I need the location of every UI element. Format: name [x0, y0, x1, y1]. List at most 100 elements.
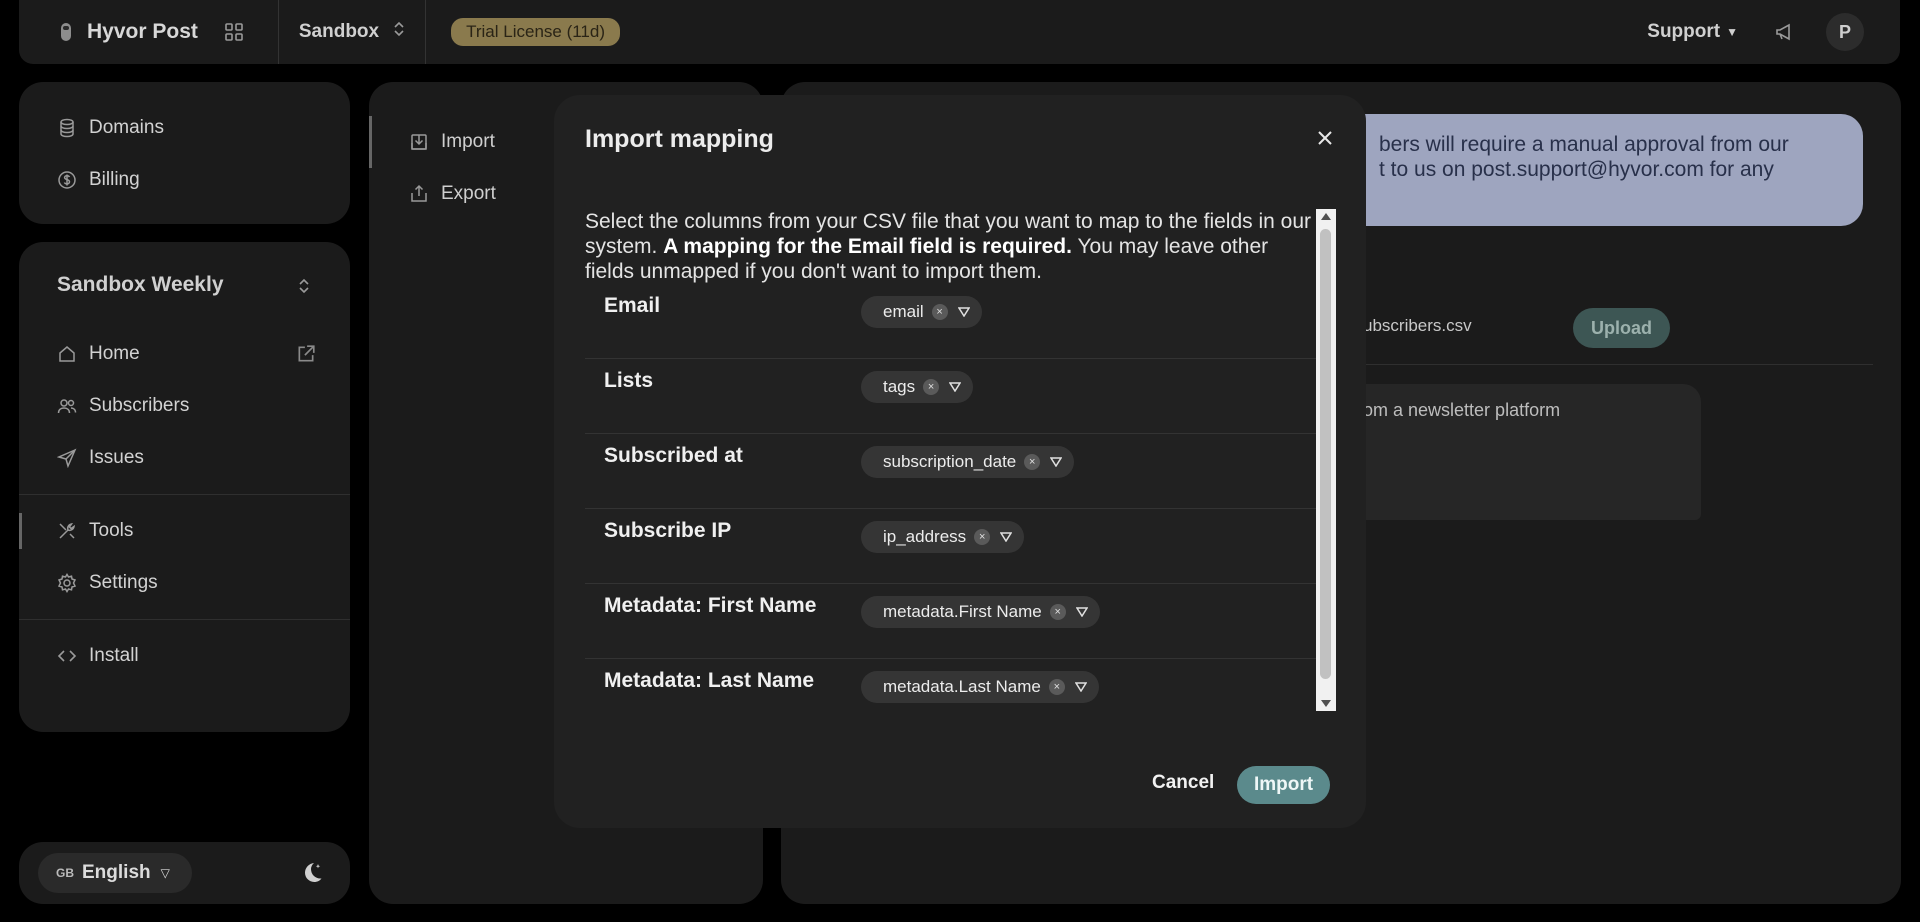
clear-icon[interactable]: ×: [1024, 454, 1041, 470]
brand-name: Hyvor Post: [87, 20, 198, 43]
org-name: Sandbox: [298, 21, 380, 42]
language-flag: GB: [56, 866, 74, 880]
selected-column: tags: [883, 377, 916, 396]
content-divider: [1329, 364, 1873, 365]
upload-button[interactable]: Upload: [1573, 308, 1670, 348]
import-button[interactable]: Import: [1237, 766, 1331, 804]
chevron-up-down-icon: [298, 276, 310, 300]
scroll-down-arrow-icon[interactable]: [1321, 700, 1331, 707]
dollar-circle-icon: [58, 171, 76, 189]
mapping-scrollbar[interactable]: [1316, 209, 1336, 711]
column-select[interactable]: metadata.First Name ×: [861, 596, 1100, 628]
dropdown-triangle-icon[interactable]: [1050, 457, 1063, 467]
send-icon: [57, 448, 77, 468]
selected-column: ip_address: [883, 527, 967, 546]
apps-grid-icon[interactable]: [224, 22, 244, 42]
chevron-up-down-icon: [393, 21, 405, 43]
sidebar-item-label: Install: [89, 645, 139, 666]
code-icon: [57, 650, 77, 662]
dropdown-triangle-icon[interactable]: [957, 307, 970, 317]
sidebar-item-install[interactable]: Install: [19, 630, 350, 682]
sidebar-item-label: Settings: [89, 572, 158, 593]
newsletter-switcher[interactable]: Sandbox Weekly: [19, 242, 350, 328]
mapping-row-subscribe-ip: Subscribe IP ip_address ×: [585, 509, 1335, 584]
trial-license-badge[interactable]: Trial License (11d): [451, 18, 620, 46]
database-icon: [60, 118, 74, 138]
users-icon: [57, 399, 77, 414]
clear-icon[interactable]: ×: [974, 529, 991, 545]
scrollbar-thumb[interactable]: [1320, 229, 1331, 679]
sidebar-account-card: Domains Billing: [19, 82, 350, 224]
dropdown-triangle-icon[interactable]: [949, 382, 962, 392]
scroll-up-arrow-icon[interactable]: [1321, 213, 1331, 220]
caret-down-icon: ▽: [160, 866, 170, 880]
column-select[interactable]: tags ×: [861, 371, 974, 403]
topbar-divider: [425, 0, 427, 64]
newsletter-name: Sandbox Weekly: [57, 273, 224, 296]
source-textarea[interactable]: om a newsletter platform: [1329, 384, 1701, 520]
field-label: Lists: [604, 369, 654, 392]
clear-icon[interactable]: ×: [923, 379, 940, 395]
home-icon: [59, 346, 75, 362]
sidebar-item-label: Subscribers: [89, 395, 190, 416]
mapping-row-email: Email email ×: [585, 284, 1335, 359]
user-avatar[interactable]: P: [1826, 13, 1864, 51]
clear-icon[interactable]: ×: [1048, 679, 1065, 695]
selected-column: metadata.Last Name: [883, 677, 1041, 696]
clear-icon[interactable]: ×: [931, 304, 948, 320]
external-link-icon[interactable]: [296, 344, 315, 362]
sidebar-item-billing[interactable]: Billing: [19, 154, 350, 206]
selected-column: email: [883, 302, 924, 321]
field-label: Subscribed at: [604, 444, 743, 467]
mapping-row-subscribed-at: Subscribed at subscription_date ×: [585, 434, 1335, 509]
export-icon: [411, 184, 427, 202]
dropdown-triangle-icon[interactable]: [1075, 607, 1088, 617]
brand[interactable]: Hyvor Post: [19, 0, 244, 64]
megaphone-icon[interactable]: [1774, 21, 1796, 43]
sidebar-item-label: Issues: [89, 447, 144, 468]
selected-file-name: ubscribers.csv: [1363, 316, 1472, 335]
sidebar-item-domains[interactable]: Domains: [19, 102, 350, 154]
sidebar-item-label: Home: [89, 343, 140, 364]
field-label: Email: [604, 294, 661, 317]
field-label: Metadata: Last Name: [604, 669, 815, 692]
modal-title: Import mapping: [585, 125, 774, 153]
close-icon[interactable]: [1314, 127, 1336, 149]
moon-icon[interactable]: [300, 860, 324, 884]
top-bar: Hyvor Post Sandbox Trial License (11d) S…: [19, 0, 1900, 64]
hyvor-post-logo-icon: [59, 22, 73, 42]
support-label: Support: [1647, 21, 1721, 42]
column-select[interactable]: metadata.Last Name ×: [861, 671, 1099, 703]
mapping-row-metadata-last-name: Metadata: Last Name metadata.Last Name ×: [585, 659, 1335, 709]
sidebar-item-home[interactable]: Home: [19, 328, 350, 380]
org-switcher[interactable]: Sandbox: [279, 0, 425, 64]
column-select[interactable]: ip_address ×: [861, 521, 1025, 553]
column-select[interactable]: email ×: [861, 296, 982, 328]
gear-icon: [57, 573, 77, 593]
sidebar-item-issues[interactable]: Issues: [19, 432, 350, 484]
notice-line: bers will require a manual approval from…: [1379, 133, 1789, 156]
mapping-row-lists: Lists tags ×: [585, 359, 1335, 434]
field-label: Metadata: First Name: [604, 594, 817, 617]
dropdown-triangle-icon[interactable]: [1000, 532, 1013, 542]
cancel-button[interactable]: Cancel: [1152, 772, 1214, 794]
sidebar-item-settings[interactable]: Settings: [19, 557, 350, 609]
import-mapping-modal: Import mapping Select the columns from y…: [554, 95, 1366, 828]
language-selector[interactable]: GB English ▽: [38, 853, 192, 893]
mapping-scroll-area[interactable]: Select the columns from your CSV file th…: [585, 209, 1335, 709]
sidebar-footer-card: GB English ▽: [19, 842, 350, 904]
sidebar-newsletter-card: Sandbox Weekly Home Subscribers Issues T…: [19, 242, 350, 732]
column-select[interactable]: subscription_date ×: [861, 446, 1075, 478]
tools-icon: [59, 522, 76, 539]
sidebar-item-subscribers[interactable]: Subscribers: [19, 380, 350, 432]
notice-line: t to us on post.support@hyvor.com for an…: [1379, 158, 1774, 181]
dropdown-triangle-icon[interactable]: [1074, 682, 1087, 692]
language-label: English: [82, 862, 151, 883]
field-label: Subscribe IP: [604, 519, 732, 542]
support-menu[interactable]: Support ▼: [1647, 21, 1738, 43]
sidebar-item-tools[interactable]: Tools: [19, 505, 350, 557]
modal-description: Select the columns from your CSV file th…: [585, 209, 1335, 284]
clear-icon[interactable]: ×: [1049, 604, 1066, 620]
mapping-row-metadata-first-name: Metadata: First Name metadata.First Name…: [585, 584, 1335, 659]
description-required-note: A mapping for the Email field is require…: [663, 235, 1072, 258]
